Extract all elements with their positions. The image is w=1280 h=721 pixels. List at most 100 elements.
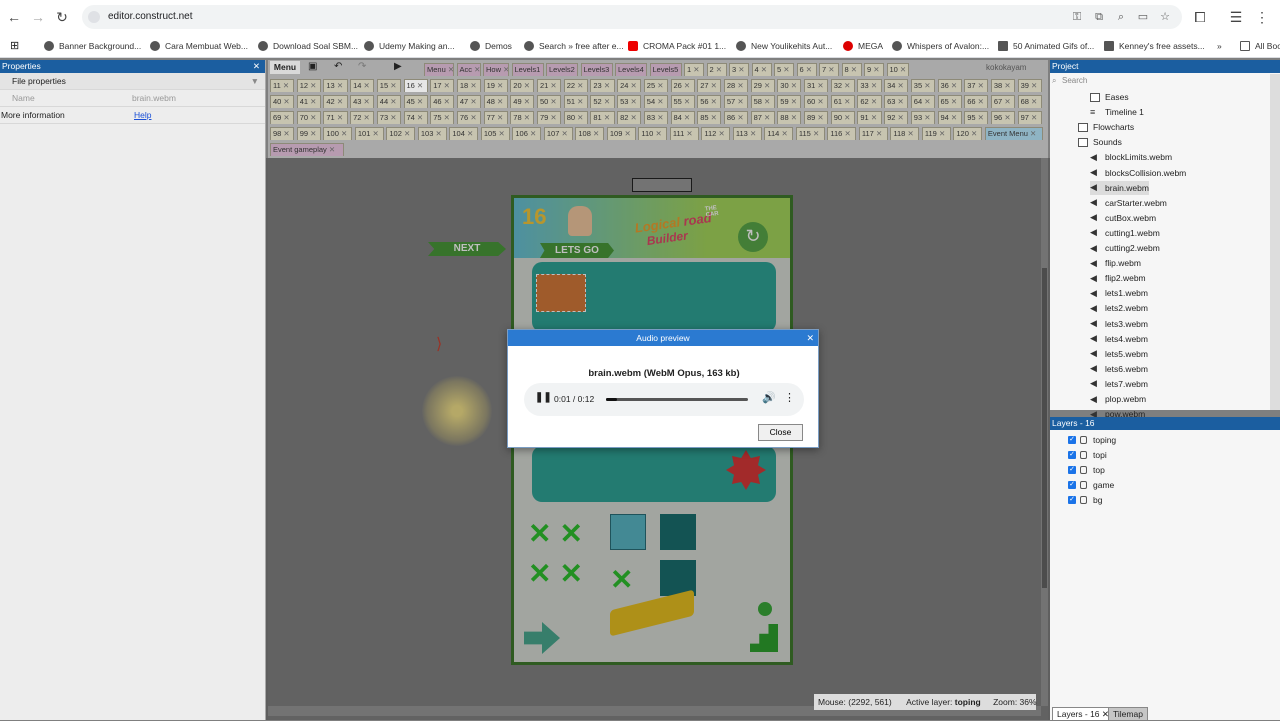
- tab-112[interactable]: 112 ✕: [701, 127, 731, 140]
- tab-levels2[interactable]: Levels2 ✕: [546, 63, 578, 76]
- tab-close-icon[interactable]: ✕: [548, 81, 556, 90]
- tab-close-icon[interactable]: ✕: [709, 97, 717, 106]
- tab-43[interactable]: 43 ✕: [350, 95, 375, 108]
- tab-close-icon[interactable]: ✕: [969, 129, 977, 138]
- tab-91[interactable]: 91 ✕: [857, 111, 882, 124]
- tab-close-icon[interactable]: ✕: [655, 97, 663, 106]
- redo-icon[interactable]: ↷: [358, 61, 366, 72]
- tab-70[interactable]: 70 ✕: [296, 111, 321, 124]
- save-icon[interactable]: ▣: [308, 61, 317, 72]
- tab-close-icon[interactable]: ✕: [748, 129, 756, 138]
- tree-item[interactable]: ◀ cutting2.webm: [1090, 241, 1160, 255]
- tab-35[interactable]: 35 ✕: [910, 79, 935, 92]
- project-search[interactable]: ⌕ Search: [1052, 76, 1272, 88]
- tab-close-icon[interactable]: ✕: [905, 129, 913, 138]
- bookmark-item[interactable]: 50 Animated Gifs of...: [998, 39, 1094, 53]
- tab-how[interactable]: How ✕: [483, 63, 509, 76]
- address-bar[interactable]: editor.construct.net ⚿ ⧉ ⌕ ▭ ☆: [82, 5, 1182, 29]
- tab-close-icon[interactable]: ✕: [871, 65, 879, 74]
- bookmark-item[interactable]: Udemy Making an...: [364, 39, 455, 53]
- tab-close-icon[interactable]: ✕: [415, 97, 423, 106]
- tab-close-icon[interactable]: ✕: [522, 97, 530, 106]
- lock-icon[interactable]: [1080, 436, 1087, 444]
- tab-event-gameplay[interactable]: Event gameplay ✕: [270, 143, 344, 156]
- tab-close-icon[interactable]: ✕: [762, 81, 770, 90]
- tab-close-icon[interactable]: ✕: [540, 65, 543, 74]
- tab-close-icon[interactable]: ✕: [559, 129, 567, 138]
- tab-49[interactable]: 49 ✕: [510, 95, 535, 108]
- tab-9[interactable]: 9 ✕: [864, 63, 884, 76]
- tab-90[interactable]: 90 ✕: [830, 111, 855, 124]
- tab-38[interactable]: 38 ✕: [990, 79, 1016, 92]
- tab-59[interactable]: 59 ✕: [777, 95, 802, 108]
- tab-close-icon[interactable]: ✕: [501, 65, 508, 74]
- tab-close-icon[interactable]: ✕: [495, 113, 503, 122]
- tab-88[interactable]: 88 ✕: [777, 111, 802, 124]
- more-bookmarks-icon[interactable]: »: [1217, 39, 1222, 53]
- tab-51[interactable]: 51 ✕: [563, 95, 588, 108]
- tab-close-icon[interactable]: ✕: [442, 113, 450, 122]
- tab-82[interactable]: 82 ✕: [617, 111, 642, 124]
- tab-34[interactable]: 34 ✕: [884, 79, 909, 92]
- tab-40[interactable]: 40 ✕: [270, 95, 295, 108]
- tab-close-icon[interactable]: ✕: [869, 113, 877, 122]
- tab-86[interactable]: 86 ✕: [723, 111, 749, 124]
- tab-53[interactable]: 53 ✕: [617, 95, 642, 108]
- tab-close-icon[interactable]: ✕: [609, 65, 612, 74]
- tab-close-icon[interactable]: ✕: [522, 113, 530, 122]
- tab-105[interactable]: 105 ✕: [480, 127, 510, 140]
- bookmark-item[interactable]: CROMA Pack #01 1...: [628, 39, 726, 53]
- bookmark-item[interactable]: Kenney's free assets...: [1104, 39, 1205, 53]
- tree-item[interactable]: ◀ flip2.webm: [1090, 271, 1146, 285]
- tab-close-icon[interactable]: ✕: [779, 129, 787, 138]
- tab-52[interactable]: 52 ✕: [590, 95, 615, 108]
- tab-120[interactable]: 120 ✕: [953, 127, 983, 140]
- tab-8[interactable]: 8 ✕: [841, 63, 862, 76]
- tab-23[interactable]: 23 ✕: [590, 79, 615, 92]
- tab-32[interactable]: 32 ✕: [830, 79, 855, 92]
- layer-row[interactable]: ✓ toping: [1068, 433, 1116, 447]
- tab-77[interactable]: 77 ✕: [483, 111, 508, 124]
- tab-close-icon[interactable]: ✕: [789, 97, 797, 106]
- tab-close-icon[interactable]: ✕: [442, 81, 450, 90]
- tab-62[interactable]: 62 ✕: [857, 95, 882, 108]
- tab-close-icon[interactable]: ✕: [644, 65, 647, 74]
- tab-6[interactable]: 6 ✕: [796, 63, 817, 76]
- tab-97[interactable]: 97 ✕: [1017, 111, 1042, 124]
- tab-28[interactable]: 28 ✕: [723, 79, 749, 92]
- tab-89[interactable]: 89 ✕: [804, 111, 829, 124]
- tab-2[interactable]: 2 ✕: [706, 63, 727, 76]
- visibility-checkbox[interactable]: ✓: [1068, 481, 1076, 489]
- tab-116[interactable]: 116 ✕: [827, 127, 857, 140]
- tab-close-icon[interactable]: ✕: [849, 65, 857, 74]
- tab-layers[interactable]: Layers - 16 ✕: [1052, 707, 1115, 720]
- tab-47[interactable]: 47 ✕: [456, 95, 482, 108]
- tab-close-icon[interactable]: ✕: [709, 81, 717, 90]
- tree-item[interactable]: ◀ cutting1.webm: [1090, 226, 1160, 240]
- tab-close-icon[interactable]: ✕: [1002, 97, 1010, 106]
- tab-14[interactable]: 14 ✕: [350, 79, 375, 92]
- tab-15[interactable]: 15 ✕: [376, 79, 401, 92]
- tab-close-icon[interactable]: ✕: [1002, 113, 1010, 122]
- tab-close-icon[interactable]: ✕: [1028, 129, 1036, 138]
- lock-icon[interactable]: [1080, 496, 1087, 504]
- tab-83[interactable]: 83 ✕: [643, 111, 668, 124]
- tab-close-icon[interactable]: ✕: [575, 97, 583, 106]
- tab-19[interactable]: 19 ✕: [483, 79, 508, 92]
- bookmark-item[interactable]: Cara Membuat Web...: [150, 39, 248, 53]
- tab-31[interactable]: 31 ✕: [804, 79, 829, 92]
- bookmark-item[interactable]: Download Soal SBM...: [258, 39, 358, 53]
- tab-50[interactable]: 50 ✕: [537, 95, 562, 108]
- tab-101[interactable]: 101 ✕: [354, 127, 384, 140]
- tab-close-icon[interactable]: ✕: [655, 81, 663, 90]
- tab-close-icon[interactable]: ✕: [370, 129, 378, 138]
- tab-close-icon[interactable]: ✕: [762, 113, 770, 122]
- tab-levels5[interactable]: Levels5 ✕: [649, 63, 682, 76]
- tab-close-icon[interactable]: ✕: [281, 81, 289, 90]
- tab-96[interactable]: 96 ✕: [990, 111, 1016, 124]
- tab-61[interactable]: 61 ✕: [830, 95, 855, 108]
- tab-57[interactable]: 57 ✕: [723, 95, 749, 108]
- tab-60[interactable]: 60 ✕: [804, 95, 829, 108]
- bookmark-item[interactable]: New Youlikehits Aut...: [736, 39, 832, 53]
- tab-close-icon[interactable]: ✕: [602, 81, 610, 90]
